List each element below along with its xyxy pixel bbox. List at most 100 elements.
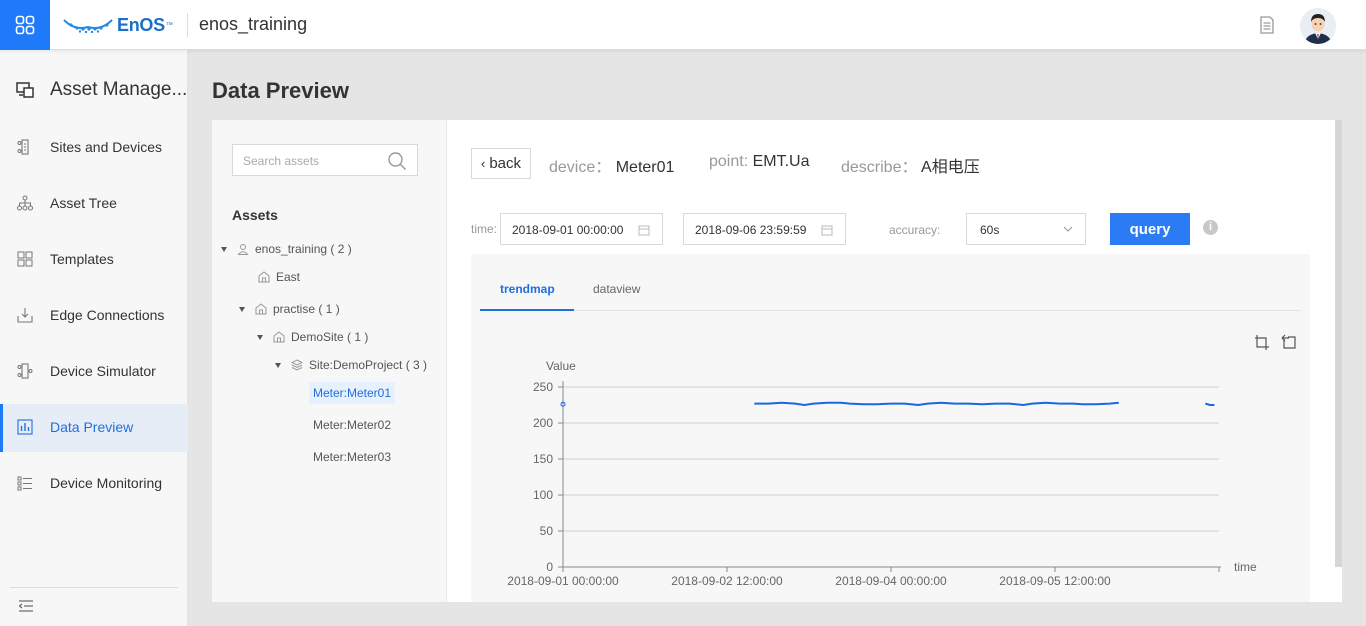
sidebar-header-label: Asset Manage...: [50, 79, 188, 100]
sidebar-item-label: Asset Tree: [50, 195, 117, 211]
point-key: point:: [709, 153, 749, 170]
assets-title: Assets: [232, 207, 278, 223]
tree-node-label: Meter:Meter01: [313, 386, 392, 400]
search-assets-box[interactable]: [232, 144, 418, 176]
templates-icon: [17, 251, 33, 267]
accuracy-value: 60s: [980, 223, 1000, 237]
y-axis-title: Value: [546, 359, 576, 373]
info-icon[interactable]: i: [1203, 220, 1218, 235]
start-time-value: 2018-09-01 00:00:00: [512, 223, 624, 237]
chevron-down-icon: [1063, 226, 1073, 232]
sidebar-item-label: Sites and Devices: [50, 139, 163, 155]
trend-chart[interactable]: Value time 0 50 100 150 200 250 2018-09-01 00:…: [471, 254, 1310, 602]
sites-devices-icon: [17, 139, 29, 155]
expand-caret-icon[interactable]: [275, 362, 281, 368]
tree-node-meter03[interactable]: Meter:Meter03: [309, 446, 395, 468]
sidebar-item-label: Device Simulator: [50, 363, 156, 379]
device-info: device： Meter01: [549, 153, 674, 177]
site-icon: [273, 331, 285, 343]
start-time-picker[interactable]: 2018-09-01 00:00:00: [500, 213, 663, 245]
y-tick-label: 250: [533, 380, 553, 394]
calendar-icon: [638, 225, 650, 236]
calendar-icon: [821, 225, 833, 236]
describe-info: describe： A相电压: [841, 153, 980, 177]
expand-caret-icon[interactable]: [257, 334, 263, 340]
page-title: Data Preview: [212, 78, 349, 103]
organization-icon: [237, 244, 249, 255]
y-tick-label: 200: [533, 416, 553, 430]
logo-wave-icon: [63, 19, 113, 33]
tree-node-meter02[interactable]: Meter:Meter02: [309, 414, 395, 436]
sidebar-item-data-preview[interactable]: Data Preview: [0, 404, 188, 452]
back-button-label: back: [489, 155, 522, 172]
x-tick-label: 2018-09-04 00:00:00: [835, 574, 947, 588]
enos-logo[interactable]: EnOS ™: [63, 14, 173, 36]
y-tick-label: 100: [533, 488, 553, 502]
sidebar-item-label: Device Monitoring: [50, 475, 163, 491]
tree-node-demosite[interactable]: DemoSite ( 1 ): [257, 326, 368, 348]
tree-node-label: Meter:Meter02: [313, 418, 392, 432]
sidebar-item-label: Edge Connections: [50, 307, 165, 323]
expand-caret-icon[interactable]: [221, 246, 227, 252]
sidebar-item-device-simulator[interactable]: Device Simulator: [0, 348, 188, 396]
accuracy-select[interactable]: 60s: [966, 213, 1086, 245]
describe-value: A相电压: [921, 159, 980, 176]
site-icon: [258, 271, 270, 283]
edge-connections-icon: [17, 308, 33, 323]
search-icon[interactable]: [387, 151, 407, 171]
y-tick-label: 150: [533, 452, 553, 466]
user-avatar[interactable]: [1300, 8, 1336, 44]
sidebar-item-edge-connections[interactable]: Edge Connections: [0, 292, 188, 340]
device-key: device：: [549, 159, 612, 176]
sidebar-footer-divider: [10, 587, 178, 588]
sidebar-item-asset-tree[interactable]: Asset Tree: [0, 180, 188, 228]
sidebar-item-device-monitoring[interactable]: Device Monitoring: [0, 460, 188, 508]
tree-node-label: Meter:Meter03: [313, 450, 392, 464]
grid-icon: [15, 15, 35, 35]
tree-node-label: practise ( 1 ): [273, 302, 340, 316]
asset-management-icon: [16, 82, 34, 98]
chevron-left-icon: ‹: [480, 156, 486, 171]
end-time-picker[interactable]: 2018-09-06 23:59:59: [683, 213, 846, 245]
app-launcher-button[interactable]: [0, 0, 50, 50]
tree-node-label: enos_training ( 2 ): [255, 242, 352, 256]
series-line: [1205, 402, 1215, 406]
x-tick-label: 2018-09-01 00:00:00: [507, 574, 619, 588]
sidebar-item-label: Data Preview: [50, 419, 134, 435]
point-value: EMT.Ua: [752, 153, 810, 170]
y-tick-label: 50: [540, 524, 554, 538]
content-card: Assets enos_training ( 2 ) East practise…: [212, 120, 1342, 602]
back-button[interactable]: ‹ back: [471, 148, 531, 179]
top-bar: EnOS ™ enos_training: [0, 0, 1366, 50]
sidebar-item-templates[interactable]: Templates: [0, 236, 188, 284]
asset-tree-icon: [17, 195, 33, 211]
accuracy-label: accuracy:: [889, 223, 941, 237]
tree-node-enos-training[interactable]: enos_training ( 2 ): [221, 238, 352, 260]
topbar-divider: [187, 13, 188, 37]
expand-caret-icon[interactable]: [239, 306, 245, 312]
tree-node-practise[interactable]: practise ( 1 ): [239, 298, 340, 320]
tree-node-site-demoproject[interactable]: Site:DemoProject ( 3 ): [275, 354, 427, 376]
collapse-sidebar-icon[interactable]: [18, 599, 34, 613]
sidebar-header[interactable]: Asset Manage...: [0, 62, 188, 118]
point-info: point: EMT.Ua: [709, 153, 810, 171]
x-tick-label: 2018-09-02 12:00:00: [671, 574, 783, 588]
device-simulator-icon: [17, 363, 33, 379]
document-icon[interactable]: [1257, 15, 1277, 35]
asset-tree-panel: Assets enos_training ( 2 ) East practise…: [212, 120, 447, 602]
sidebar-item-sites-and-devices[interactable]: Sites and Devices: [0, 124, 188, 172]
organization-name[interactable]: enos_training: [199, 14, 307, 35]
vertical-scrollbar[interactable]: [1335, 120, 1342, 567]
x-axis-title: time: [1234, 560, 1257, 574]
device-monitoring-icon: [17, 476, 32, 491]
end-time-value: 2018-09-06 23:59:59: [695, 223, 807, 237]
time-label: time:: [471, 222, 498, 236]
tree-node-label: East: [276, 270, 301, 284]
describe-key: describe：: [841, 159, 918, 176]
tree-node-east[interactable]: East: [258, 266, 300, 288]
search-assets-input[interactable]: [243, 152, 383, 170]
y-tick-label: 0: [546, 560, 553, 574]
tree-node-meter01[interactable]: Meter:Meter01: [309, 382, 396, 404]
device-value: Meter01: [615, 159, 675, 176]
query-button[interactable]: query: [1110, 213, 1190, 245]
